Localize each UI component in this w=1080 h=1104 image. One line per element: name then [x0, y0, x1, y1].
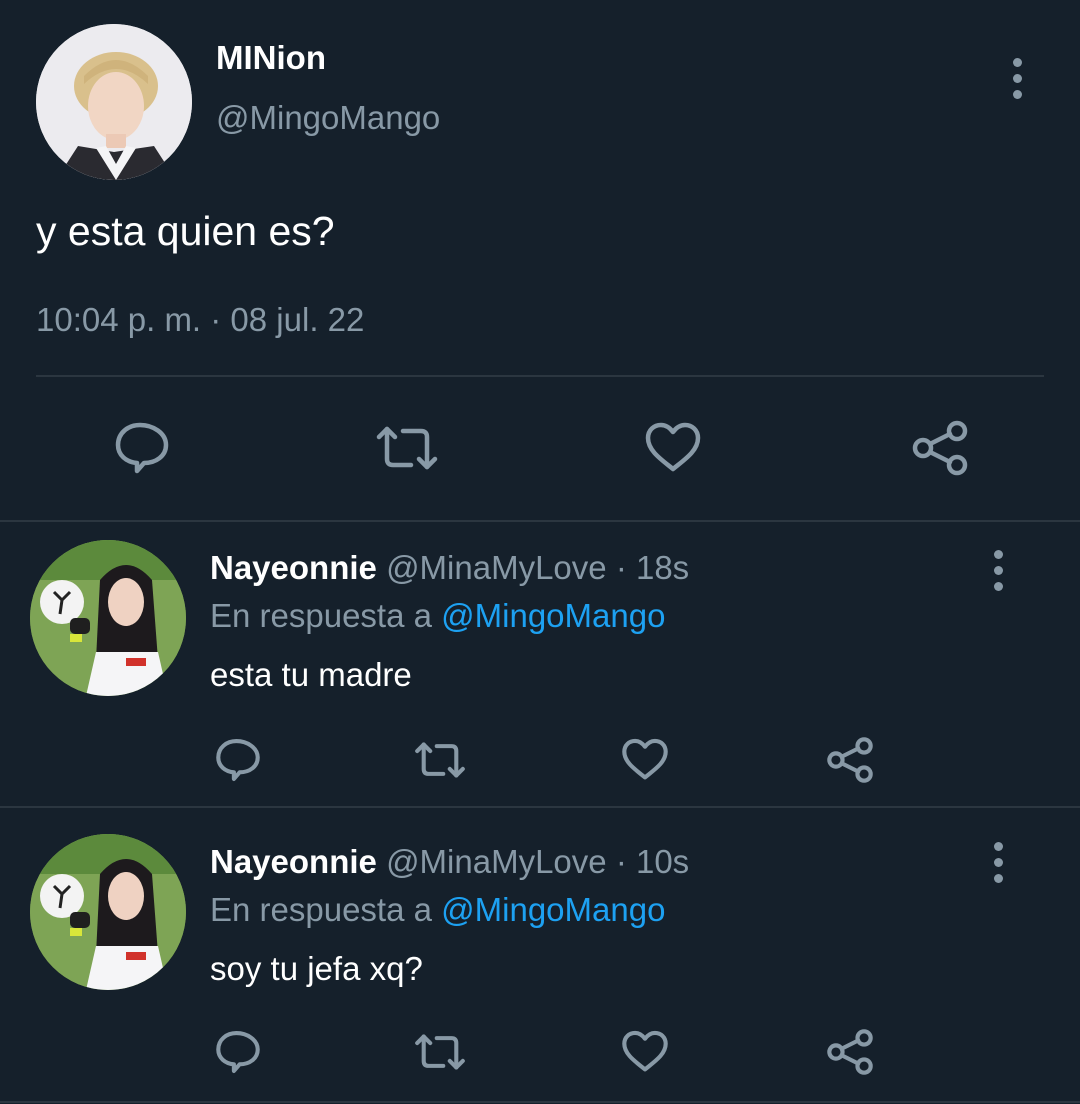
- reply-mention-link[interactable]: @MingoMango: [441, 891, 665, 928]
- like-icon[interactable]: [642, 420, 704, 476]
- reply-time: · 10s: [615, 843, 690, 880]
- share-icon[interactable]: [822, 734, 878, 786]
- reply-handle[interactable]: @MinaMyLove: [386, 549, 607, 586]
- main-tweet-display-name[interactable]: MINion: [216, 38, 326, 78]
- main-tweet-more-icon[interactable]: [1007, 58, 1027, 99]
- main-tweet-timestamp: 10:04 p. m. · 08 jul. 22: [36, 301, 365, 338]
- reply-mention-link[interactable]: @MingoMango: [441, 597, 665, 634]
- reply-context-prefix: En respuesta a: [210, 891, 432, 928]
- reply-more-icon[interactable]: [988, 550, 1008, 591]
- bottom-divider: [0, 1101, 1080, 1103]
- reply-tweet[interactable]: Nayeonnie @MinaMyLove · 10s En respuesta…: [0, 808, 1080, 1102]
- reply-handle[interactable]: @MinaMyLove: [386, 843, 607, 880]
- reply-context: En respuesta a @MingoMango: [210, 890, 665, 930]
- person-photo-icon: [30, 540, 186, 696]
- reply-more-icon[interactable]: [988, 842, 1008, 883]
- like-icon[interactable]: [618, 736, 672, 784]
- retweet-icon[interactable]: [372, 418, 442, 478]
- main-tweet-divider: [36, 375, 1044, 377]
- reply-icon[interactable]: [210, 1026, 266, 1078]
- share-icon[interactable]: [908, 418, 972, 478]
- reply-tweet[interactable]: Nayeonnie @MinaMyLove · 18s En respuesta…: [0, 522, 1080, 806]
- reply-time: · 18s: [615, 549, 690, 586]
- reply-text: esta tu madre: [210, 656, 412, 693]
- main-tweet-text: y esta quien es?: [36, 208, 335, 254]
- reply-avatar[interactable]: [30, 834, 186, 990]
- reply-context-prefix: En respuesta a: [210, 597, 432, 634]
- main-tweet: MINion @MingoMango y esta quien es? 10:0…: [0, 0, 1080, 520]
- reply-header: Nayeonnie @MinaMyLove · 10s: [210, 842, 689, 882]
- reply-icon[interactable]: [110, 418, 174, 478]
- share-icon[interactable]: [822, 1026, 878, 1078]
- retweet-icon[interactable]: [410, 734, 470, 786]
- reply-context: En respuesta a @MingoMango: [210, 596, 665, 636]
- main-tweet-avatar[interactable]: [36, 24, 192, 180]
- reply-display-name[interactable]: Nayeonnie: [210, 843, 377, 880]
- like-icon[interactable]: [618, 1028, 672, 1076]
- main-tweet-handle[interactable]: @MingoMango: [216, 98, 440, 138]
- reply-avatar[interactable]: [30, 540, 186, 696]
- person-photo-icon: [30, 834, 186, 990]
- person-photo-icon: [36, 24, 192, 180]
- retweet-icon[interactable]: [410, 1026, 470, 1078]
- reply-text: soy tu jefa xq?: [210, 950, 423, 987]
- reply-header: Nayeonnie @MinaMyLove · 18s: [210, 548, 689, 588]
- reply-icon[interactable]: [210, 734, 266, 786]
- reply-display-name[interactable]: Nayeonnie: [210, 549, 377, 586]
